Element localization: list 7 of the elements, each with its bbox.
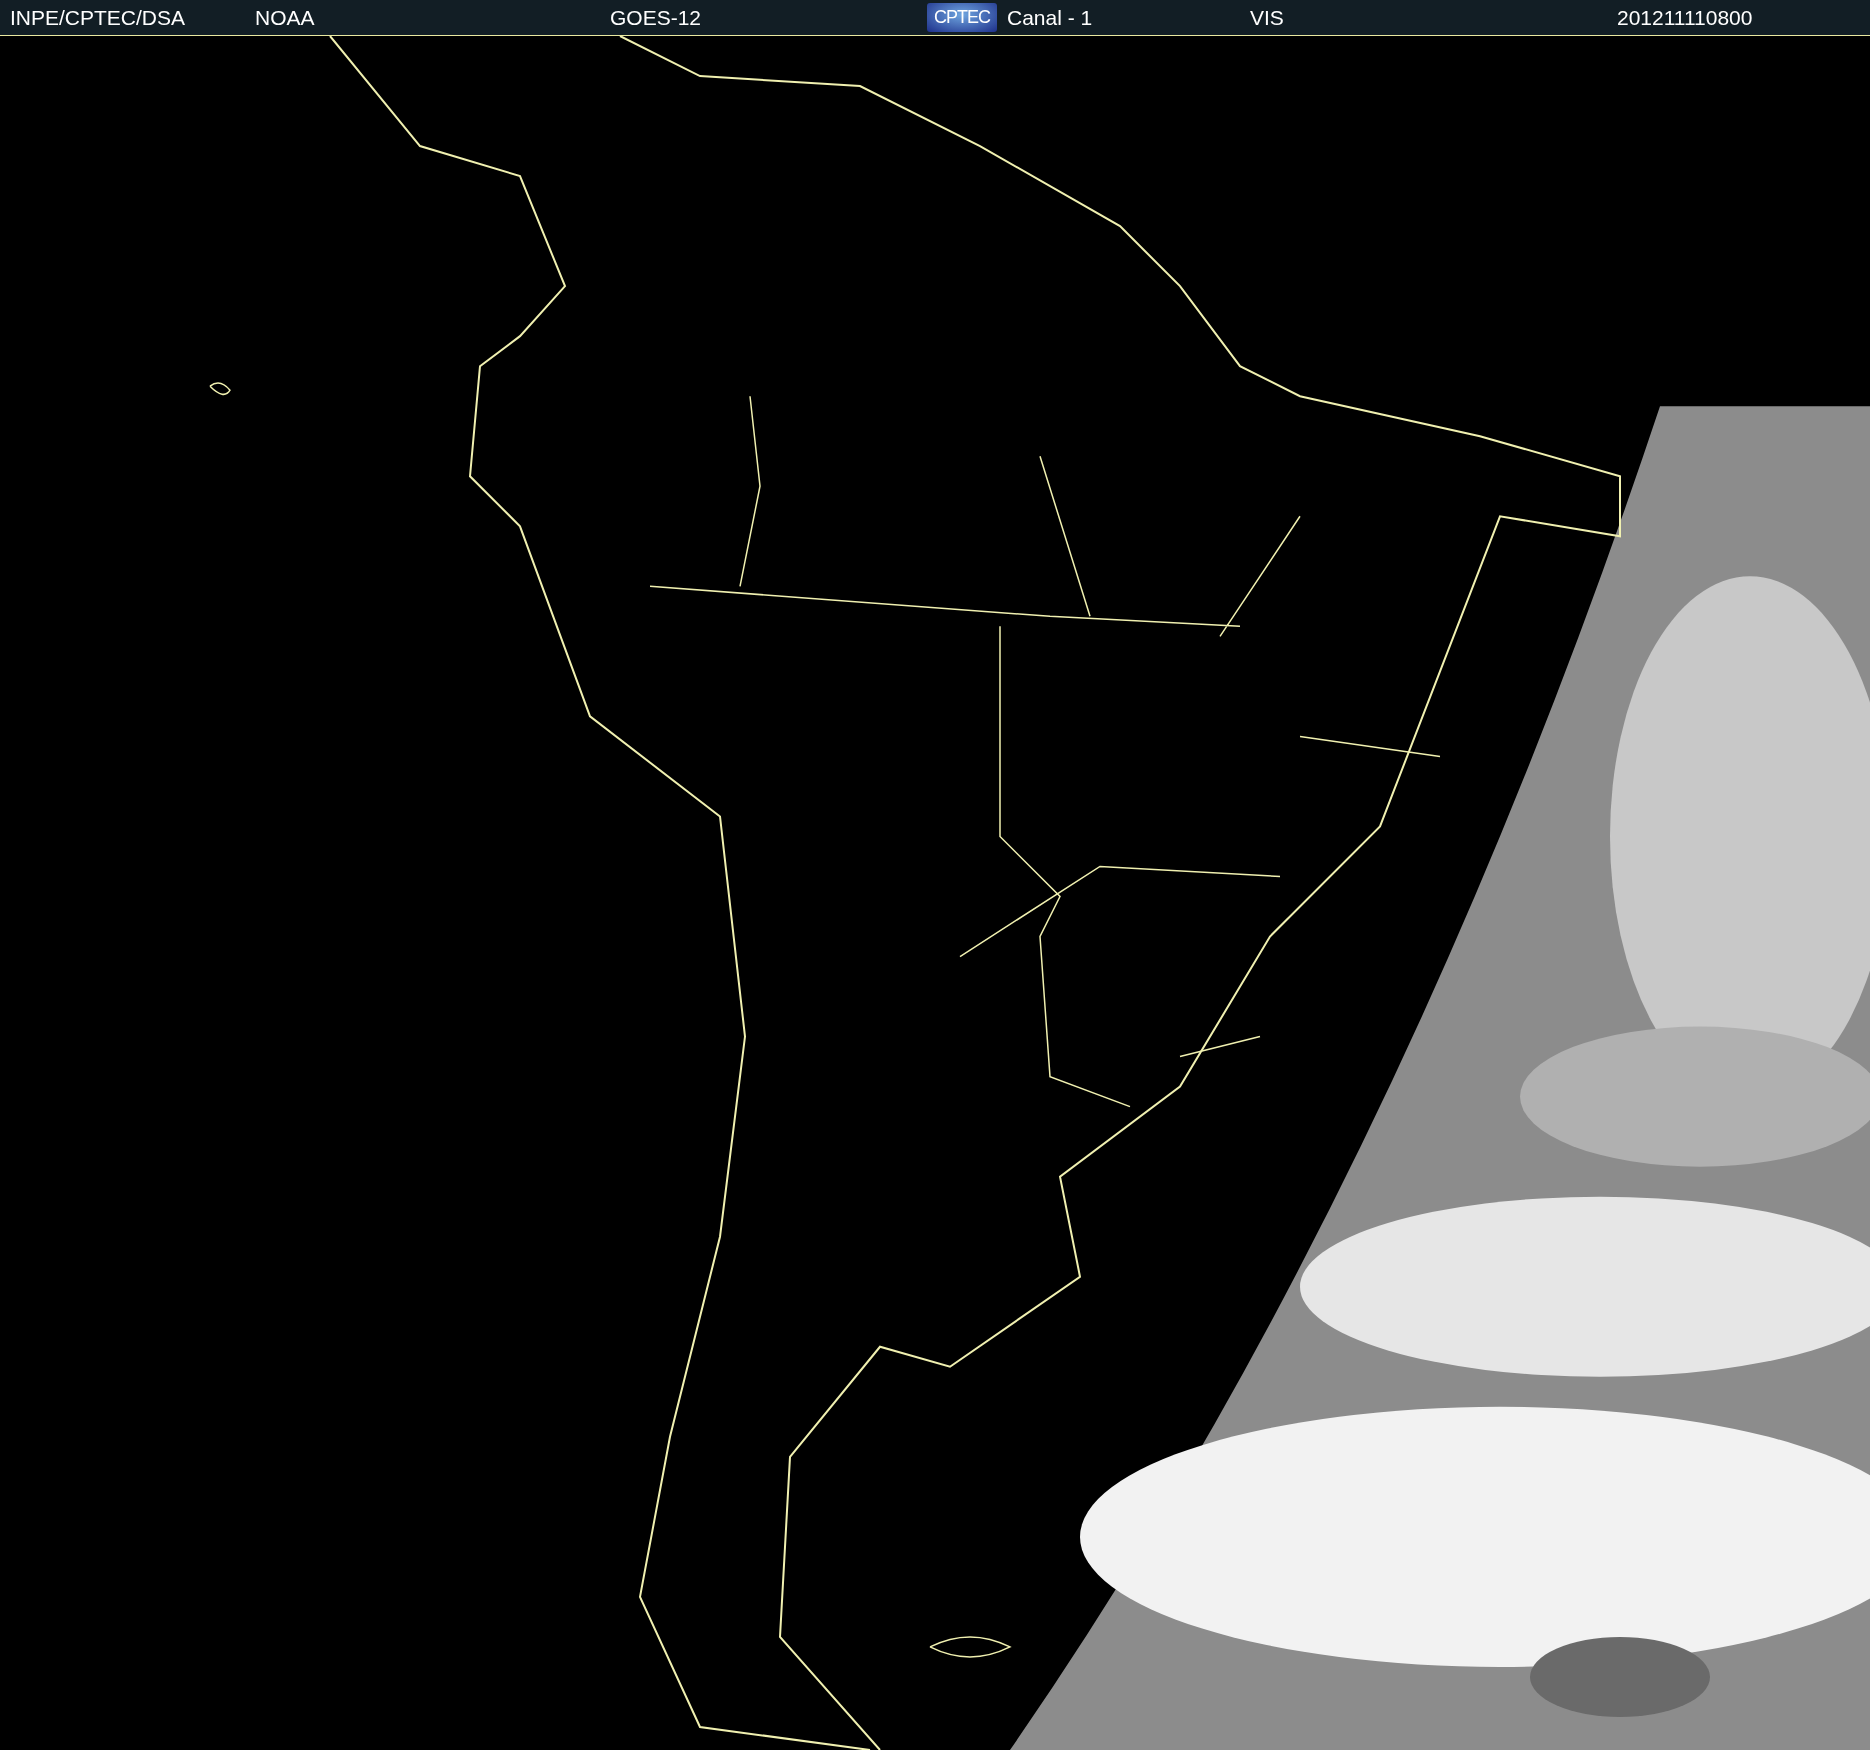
header-label: VIS [1250, 5, 1284, 30]
header-label: INPE/CPTEC/DSA [10, 5, 186, 30]
header-label: Canal - 1 [1007, 5, 1093, 30]
header-label: 201211110800 [1617, 5, 1753, 30]
header-label: NOAA [255, 5, 315, 30]
header-label: GOES-12 [610, 5, 702, 30]
logo: CPTEC [927, 3, 997, 32]
